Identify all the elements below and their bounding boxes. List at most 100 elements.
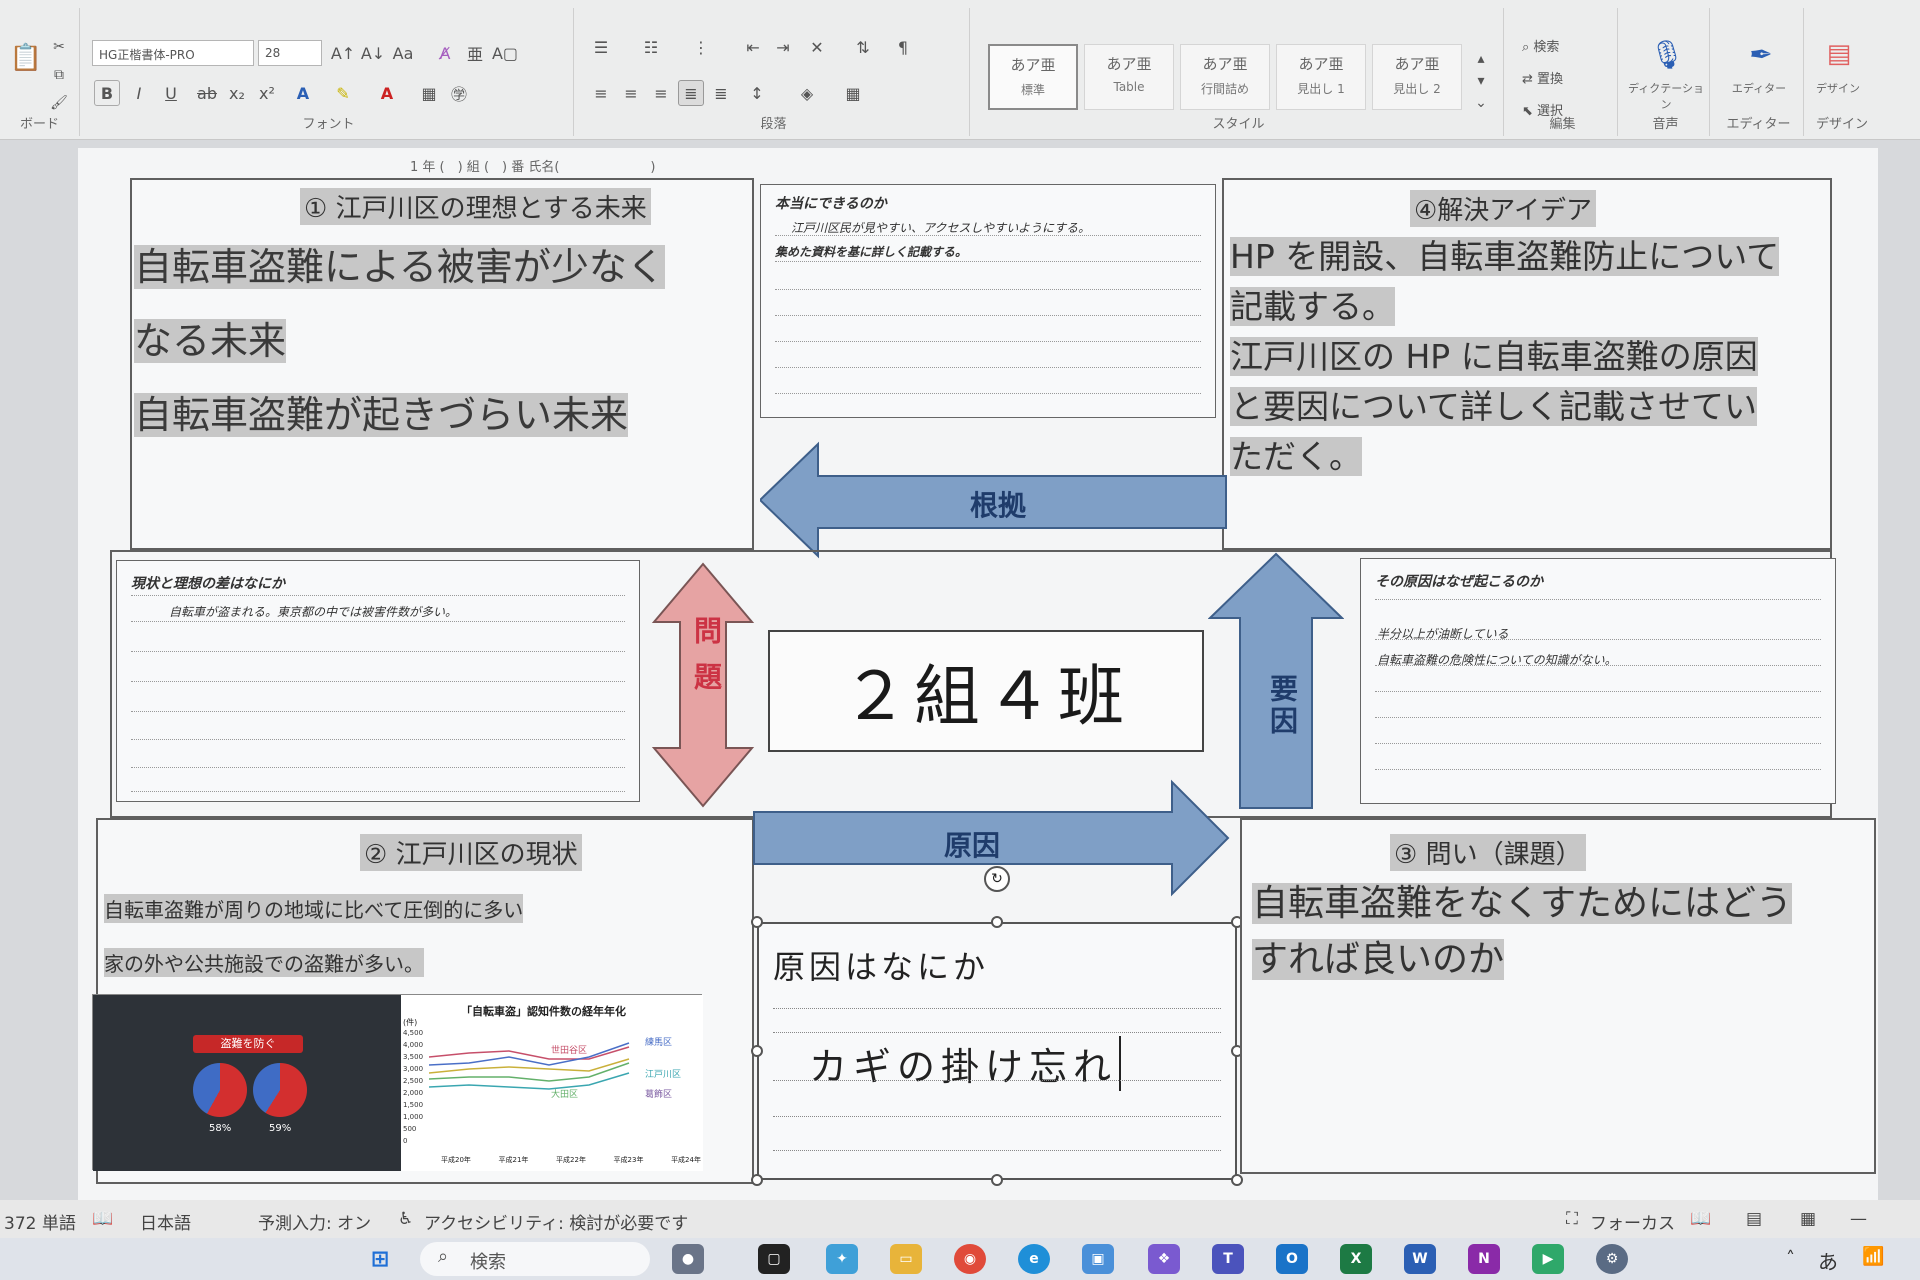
styles-scroll-down-icon[interactable]: ▾ bbox=[1470, 70, 1492, 92]
font-size-select[interactable]: 28 bbox=[258, 40, 322, 66]
accessibility-status[interactable]: アクセシビリティ: 検討が必要です bbox=[424, 1209, 688, 1234]
focus-mode-button[interactable]: フォーカス bbox=[1590, 1209, 1675, 1234]
outlook-icon[interactable]: O bbox=[1276, 1244, 1308, 1274]
predictive-input-status[interactable]: 予測入力: オン bbox=[258, 1209, 371, 1234]
copilot-icon[interactable]: ✦ bbox=[826, 1244, 858, 1274]
chevron-up-icon[interactable]: ˄ bbox=[1786, 1248, 1795, 1269]
root-cause-note-box[interactable]: その原因はなぜ起こるのか 半分以上が油断している 自転車盗難の危険性についての知… bbox=[1360, 558, 1836, 804]
styles-more-icon[interactable]: ⌄ bbox=[1470, 92, 1492, 114]
show-marks-icon[interactable]: ¶ bbox=[890, 34, 916, 60]
style-heading-2[interactable]: あア亜 見出し 2 bbox=[1372, 44, 1462, 110]
cause-box-answer[interactable]: カギの掛け忘れ bbox=[809, 1036, 1122, 1091]
justify-icon[interactable]: ≣ bbox=[678, 80, 704, 106]
edge-icon[interactable]: e bbox=[1018, 1244, 1050, 1274]
replace-button[interactable]: ⇄ 置換 bbox=[1522, 68, 1563, 87]
sort-icon[interactable]: ⇅ bbox=[850, 34, 876, 60]
resize-handle[interactable] bbox=[1231, 1174, 1243, 1186]
settings-gear-icon[interactable]: ⚙ bbox=[1596, 1244, 1628, 1274]
font-name-select[interactable]: HG正楷書体-PRO bbox=[92, 40, 254, 66]
style-no-spacing[interactable]: あア亜 行間詰め bbox=[1180, 44, 1270, 110]
italic-icon[interactable]: I bbox=[126, 80, 152, 106]
zoom-slider[interactable]: — bbox=[1850, 1209, 1867, 1229]
designer-label[interactable]: デザイン bbox=[1808, 80, 1868, 96]
distributed-icon[interactable]: ≣ bbox=[708, 80, 734, 106]
accessibility-icon[interactable]: ♿ bbox=[398, 1209, 413, 1229]
proofing-icon[interactable]: 📖 bbox=[92, 1209, 113, 1229]
read-mode-icon[interactable]: 📖 bbox=[1690, 1209, 1711, 1229]
language-indicator[interactable]: 日本語 bbox=[140, 1209, 191, 1234]
embedded-screenshot-image[interactable]: 盗難を防ぐ 58% 59% 「自転車盗」認知件数の経年年化 (件) 4,500 4… bbox=[92, 994, 703, 1171]
onenote-icon[interactable]: N bbox=[1468, 1244, 1500, 1274]
resize-handle[interactable] bbox=[751, 916, 763, 928]
dictation-label[interactable]: ディクテーション bbox=[1626, 80, 1706, 112]
text-effects-icon[interactable]: A bbox=[290, 80, 316, 106]
strikethrough-icon[interactable]: ab bbox=[194, 80, 220, 106]
grow-font-icon[interactable]: A↑ bbox=[330, 40, 356, 66]
phonetic-guide-icon[interactable]: 亜 bbox=[462, 40, 488, 66]
editor-pen-icon[interactable]: ✒ bbox=[1744, 36, 1778, 72]
gap-note-box[interactable]: 現状と理想の差はなにか 自転車が盗まれる。東京都の中では被害件数が多い。 bbox=[116, 560, 640, 802]
print-layout-icon[interactable]: ▤ bbox=[1746, 1209, 1762, 1229]
style-normal[interactable]: あア亜 標準 bbox=[988, 44, 1078, 110]
bullets-icon[interactable]: ☰ bbox=[588, 34, 614, 60]
taskbar-search-box[interactable]: ⌕ 検索 bbox=[420, 1242, 650, 1276]
rotate-handle-icon[interactable]: ↻ bbox=[984, 866, 1010, 892]
style-heading-1[interactable]: あア亜 見出し 1 bbox=[1276, 44, 1366, 110]
font-color-icon[interactable]: A bbox=[374, 80, 400, 106]
copy-icon[interactable]: ⧉ bbox=[48, 64, 70, 86]
cause-text-box[interactable]: 原因はなにか カギの掛け忘れ bbox=[757, 922, 1237, 1180]
format-painter-icon[interactable]: 🖌 bbox=[48, 92, 70, 114]
file-explorer-icon[interactable]: ▭ bbox=[890, 1244, 922, 1274]
subscript-icon[interactable]: x₂ bbox=[224, 80, 250, 106]
align-right-icon[interactable]: ≡ bbox=[648, 80, 674, 106]
feasibility-note-box[interactable]: 本当にできるのか 江戸川区民が見やすい、アクセスしやすいようにする。 集めた資料… bbox=[760, 184, 1216, 418]
paste-icon[interactable]: 📋 bbox=[6, 38, 46, 78]
group-title[interactable]: ２組４班 bbox=[768, 630, 1204, 752]
word-count[interactable]: 372 単語 bbox=[4, 1209, 76, 1234]
app-icon[interactable]: ❖ bbox=[1148, 1244, 1180, 1274]
styles-scroll-up-icon[interactable]: ▴ bbox=[1470, 48, 1492, 70]
underline-icon[interactable]: U bbox=[158, 80, 184, 106]
task-view-icon[interactable]: ▢ bbox=[758, 1244, 790, 1274]
char-shading-icon[interactable]: ▦ bbox=[416, 80, 442, 106]
ime-indicator[interactable]: あ bbox=[1818, 1246, 1838, 1275]
decrease-indent-icon[interactable]: ⇤ bbox=[740, 34, 766, 60]
excel-icon[interactable]: X bbox=[1340, 1244, 1372, 1274]
editor-label[interactable]: エディター bbox=[1718, 80, 1800, 96]
search-highlight-icon[interactable]: ● bbox=[672, 1244, 704, 1274]
word-icon[interactable]: W bbox=[1404, 1244, 1436, 1274]
find-button[interactable]: ⌕ 検索 bbox=[1522, 36, 1559, 55]
play-store-icon[interactable]: ▶ bbox=[1532, 1244, 1564, 1274]
web-layout-icon[interactable]: ▦ bbox=[1800, 1209, 1816, 1229]
teams-icon[interactable]: T bbox=[1212, 1244, 1244, 1274]
increase-indent-icon[interactable]: ⇥ bbox=[770, 34, 796, 60]
resize-handle[interactable] bbox=[751, 1174, 763, 1186]
resize-handle[interactable] bbox=[991, 916, 1003, 928]
numbering-icon[interactable]: ☷ bbox=[638, 34, 664, 60]
borders-icon[interactable]: ▦ bbox=[840, 80, 866, 106]
chrome-icon[interactable]: ◉ bbox=[954, 1244, 986, 1274]
align-center-icon[interactable]: ≡ bbox=[618, 80, 644, 106]
enclose-char-icon[interactable]: ㊫ bbox=[446, 80, 472, 106]
wifi-icon[interactable]: 📶 bbox=[1862, 1246, 1884, 1267]
windows-start-icon[interactable]: ⊞ bbox=[364, 1244, 396, 1274]
store-icon[interactable]: ▣ bbox=[1082, 1244, 1114, 1274]
superscript-icon[interactable]: x² bbox=[254, 80, 280, 106]
shrink-font-icon[interactable]: A↓ bbox=[360, 40, 386, 66]
cut-icon[interactable]: ✂ bbox=[48, 36, 70, 58]
cell-question[interactable] bbox=[1240, 818, 1876, 1174]
asian-layout-icon[interactable]: ✕ bbox=[804, 34, 830, 60]
change-case-icon[interactable]: Aa bbox=[390, 40, 416, 66]
char-border-icon[interactable]: A▢ bbox=[492, 40, 518, 66]
focus-icon[interactable]: ⛶ bbox=[1566, 1209, 1578, 1229]
microphone-icon[interactable]: 🎙 bbox=[1649, 36, 1685, 72]
highlight-color-icon[interactable]: ✎ bbox=[330, 80, 356, 106]
bold-icon[interactable]: B bbox=[94, 80, 120, 106]
designer-icon[interactable]: ▤ bbox=[1822, 36, 1856, 72]
resize-handle[interactable] bbox=[751, 1045, 763, 1057]
resize-handle[interactable] bbox=[991, 1174, 1003, 1186]
shading-icon[interactable]: ◈ bbox=[794, 80, 820, 106]
clear-format-icon[interactable]: A̸ bbox=[432, 40, 458, 66]
line-spacing-icon[interactable]: ↕ bbox=[744, 80, 770, 106]
align-left-icon[interactable]: ≡ bbox=[588, 80, 614, 106]
